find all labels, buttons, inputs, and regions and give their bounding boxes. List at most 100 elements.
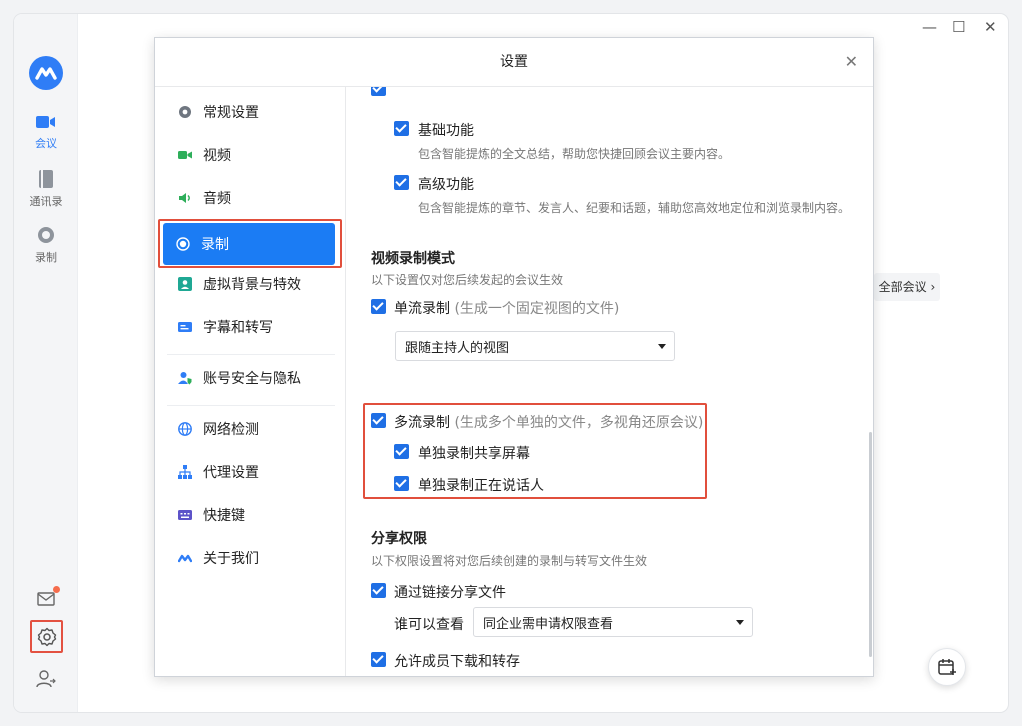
share-via-link-label: 通过链接分享文件 bbox=[394, 585, 506, 601]
basic-feature-desc: 包含智能提炼的全文总结，帮助您快捷回顾会议主要内容。 bbox=[418, 147, 731, 161]
record-share-screen-label: 单独录制共享屏幕 bbox=[418, 446, 530, 462]
nav-item-network-check[interactable]: 网络检测 bbox=[165, 410, 338, 448]
basic-feature-checkbox[interactable] bbox=[394, 121, 409, 136]
nav-label: 常规设置 bbox=[203, 105, 259, 121]
calendar-add-icon bbox=[938, 659, 956, 675]
mail-button[interactable] bbox=[29, 582, 63, 616]
advanced-feature-label: 高级功能 bbox=[418, 177, 474, 193]
all-meetings-button[interactable]: 全部会议 › bbox=[874, 273, 940, 301]
content-scrollbar[interactable] bbox=[869, 432, 872, 657]
share-permission-title: 分享权限 bbox=[371, 531, 427, 547]
speaker-icon bbox=[179, 193, 190, 203]
nav-item-shortcuts[interactable]: 快捷键 bbox=[165, 496, 338, 534]
gear-icon bbox=[37, 627, 56, 646]
notification-dot bbox=[53, 586, 60, 593]
nav-label: 虚拟背景与特效 bbox=[203, 277, 301, 293]
who-can-view-value: 同企业需申请权限查看 bbox=[483, 616, 614, 632]
view-select-value: 跟随主持人的视图 bbox=[405, 340, 510, 356]
chevron-down-icon bbox=[736, 620, 744, 625]
keyboard-icon bbox=[178, 510, 192, 520]
share-via-link-checkbox[interactable] bbox=[371, 583, 386, 598]
nav-label: 快捷键 bbox=[203, 508, 245, 524]
profile-button[interactable] bbox=[29, 662, 63, 696]
record-icon bbox=[38, 227, 54, 243]
settings-nav: 常规设置 视频 音频 录制 虚拟背景与特效 字幕和转写 账号安全与隐私 网络检测… bbox=[155, 87, 346, 676]
multi-stream-checkbox[interactable] bbox=[371, 413, 386, 428]
record-speaker-label: 单独录制正在说话人 bbox=[418, 478, 544, 494]
settings-dialog: 设置 ✕ 常规设置 视频 音频 录制 虚拟背景与特效 字幕和转写 账号安全与隐私… bbox=[154, 37, 874, 677]
settings-button[interactable] bbox=[30, 620, 63, 653]
record-share-screen-checkbox[interactable] bbox=[394, 444, 409, 459]
nav-label: 录制 bbox=[201, 237, 229, 253]
chevron-down-icon bbox=[658, 344, 666, 349]
nav-item-proxy[interactable]: 代理设置 bbox=[165, 453, 338, 491]
smart-summary-checkbox[interactable] bbox=[371, 87, 386, 96]
single-stream-text: 单流录制 bbox=[394, 301, 450, 317]
nav-item-audio[interactable]: 音频 bbox=[165, 179, 338, 217]
nav-label: 账号安全与隐私 bbox=[203, 371, 301, 387]
user-switch-icon bbox=[36, 670, 56, 688]
nav-divider bbox=[167, 405, 335, 406]
nav-item-video[interactable]: 视频 bbox=[165, 136, 338, 174]
advanced-feature-desc: 包含智能提炼的章节、发言人、纪要和话题，辅助您高效地定位和浏览录制内容。 bbox=[418, 201, 851, 215]
user-shield-icon bbox=[178, 372, 192, 385]
basic-feature-label: 基础功能 bbox=[418, 123, 474, 139]
video-mode-title: 视频录制模式 bbox=[371, 251, 455, 267]
rail-item-contacts[interactable]: 通讯录 bbox=[14, 170, 78, 209]
mail-icon bbox=[37, 592, 55, 606]
who-can-view-select[interactable]: 同企业需申请权限查看 bbox=[473, 607, 753, 637]
nav-item-virtual-background[interactable]: 虚拟背景与特效 bbox=[165, 265, 338, 303]
dialog-header: 设置 ✕ bbox=[155, 38, 873, 87]
share-permission-desc: 以下权限设置将对您后续创建的录制与转写文件生效 bbox=[371, 554, 648, 568]
nav-label: 代理设置 bbox=[203, 465, 259, 481]
single-stream-hint: (生成一个固定视图的文件) bbox=[454, 301, 620, 317]
rail-label: 会议 bbox=[35, 137, 57, 150]
allow-download-label: 允许成员下载和转存 bbox=[394, 654, 520, 670]
minimize-button[interactable]: — bbox=[922, 18, 937, 36]
nav-item-captions[interactable]: 字幕和转写 bbox=[165, 308, 338, 346]
record-speaker-checkbox[interactable] bbox=[394, 476, 409, 491]
nav-label: 字幕和转写 bbox=[203, 320, 273, 336]
single-stream-checkbox[interactable] bbox=[371, 299, 386, 314]
multi-stream-hint: (生成多个单独的文件，多视角还原会议) bbox=[454, 415, 704, 431]
nav-item-general[interactable]: 常规设置 bbox=[165, 93, 338, 131]
maximize-button[interactable]: ☐ bbox=[952, 18, 965, 36]
rail-label: 通讯录 bbox=[29, 195, 63, 208]
left-rail: 会议 通讯录 录制 bbox=[14, 14, 78, 712]
multi-stream-text: 多流录制 bbox=[394, 415, 450, 431]
all-meetings-label: 全部会议 bbox=[878, 280, 927, 294]
contacts-book-icon bbox=[39, 170, 53, 188]
portrait-icon bbox=[178, 277, 192, 291]
network-tree-icon bbox=[178, 465, 192, 479]
brand-logo-icon bbox=[178, 554, 192, 563]
single-stream-label: 单流录制 (生成一个固定视图的文件) bbox=[394, 298, 619, 318]
nav-item-recording[interactable]: 录制 bbox=[163, 223, 335, 265]
who-can-view-label: 谁可以查看 bbox=[394, 617, 464, 633]
view-select[interactable]: 跟随主持人的视图 bbox=[395, 331, 675, 361]
dialog-close-button[interactable]: ✕ bbox=[845, 38, 858, 86]
close-window-button[interactable]: ✕ bbox=[984, 18, 997, 36]
dialog-title: 设置 bbox=[500, 54, 528, 70]
nav-label: 网络检测 bbox=[203, 422, 259, 438]
advanced-feature-checkbox[interactable] bbox=[394, 175, 409, 190]
nav-label: 音频 bbox=[203, 191, 231, 207]
nav-label: 关于我们 bbox=[203, 551, 259, 567]
allow-download-checkbox[interactable] bbox=[371, 652, 386, 667]
globe-icon bbox=[178, 422, 192, 436]
captions-icon bbox=[178, 322, 192, 332]
recording-settings-panel: 基础功能 包含智能提炼的全文总结，帮助您快捷回顾会议主要内容。 高级功能 包含智… bbox=[347, 87, 872, 676]
rail-item-recordings[interactable]: 录制 bbox=[14, 226, 78, 265]
nav-item-about[interactable]: 关于我们 bbox=[165, 539, 338, 577]
video-camera-icon bbox=[36, 116, 55, 128]
app-logo bbox=[29, 56, 63, 90]
app-window: 会议 通讯录 录制 — ☐ ✕ 全部会议 › 设置 ✕ 常规设置 视频 音频 录… bbox=[14, 14, 1008, 712]
multi-stream-label: 多流录制 (生成多个单独的文件，多视角还原会议) bbox=[394, 412, 703, 432]
rail-label: 录制 bbox=[35, 251, 57, 264]
gear-icon bbox=[179, 106, 191, 118]
video-mode-desc: 以下设置仅对您后续发起的会议生效 bbox=[371, 273, 564, 287]
rail-item-meetings[interactable]: 会议 bbox=[14, 114, 78, 151]
record-icon bbox=[176, 237, 190, 251]
nav-item-account-security[interactable]: 账号安全与隐私 bbox=[165, 359, 338, 397]
nav-divider bbox=[167, 354, 335, 355]
schedule-meeting-button[interactable] bbox=[928, 648, 966, 686]
